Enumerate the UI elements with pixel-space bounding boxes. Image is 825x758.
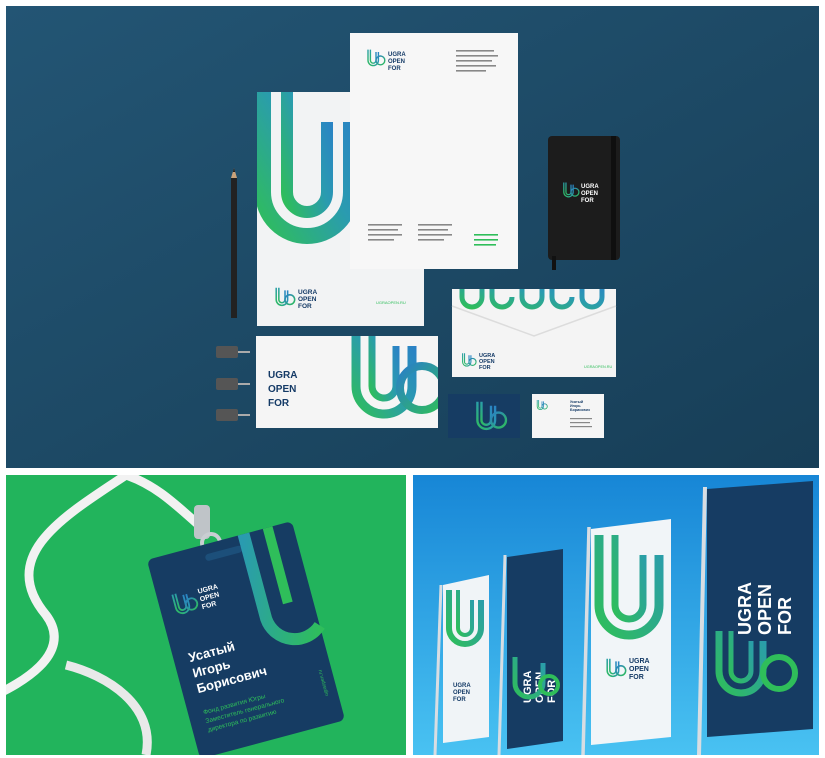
long-envelope-logo-line-1: UGRA bbox=[268, 370, 297, 381]
flag1-logo-line-1: UGRA bbox=[453, 683, 471, 689]
flag-navy-2: UGRA OPEN FOR bbox=[707, 481, 813, 737]
notebook: UGRA OPEN FOR bbox=[548, 136, 620, 270]
badge-mockup-panel: UGRA OPEN FOR Усатый Игорь Борисович Фон… bbox=[6, 475, 406, 755]
letterhead-logo-line-2: OPEN bbox=[388, 59, 405, 65]
flags-scene: UGRA OPEN FOR UGRA OPEN FOR UGRA OPEN FO… bbox=[413, 475, 819, 755]
notebook-logo-line-3: FOR bbox=[581, 198, 594, 204]
folder-logo-line-3: FOR bbox=[298, 303, 312, 310]
flag1-logo-line-2: OPEN bbox=[453, 690, 470, 696]
flag4-logo-line-3: FOR bbox=[775, 597, 795, 635]
flag-navy-1: UGRA OPEN FOR bbox=[507, 549, 563, 749]
business-card-front: Усатый Игорь Борисович bbox=[532, 394, 604, 438]
badge-scene: UGRA OPEN FOR Усатый Игорь Борисович Фон… bbox=[6, 475, 406, 755]
letterhead-logo-line-3: FOR bbox=[388, 66, 401, 72]
business-card-back bbox=[448, 394, 520, 438]
long-envelope-logo-line-3: FOR bbox=[268, 398, 290, 409]
pencil-icon bbox=[231, 168, 237, 318]
notebook-logo-line-1: UGRA bbox=[581, 184, 599, 190]
flag3-logo-line-2: OPEN bbox=[629, 666, 649, 673]
flag3-logo-line-1: UGRA bbox=[629, 658, 650, 665]
card-name-line-3: Борисович bbox=[570, 408, 590, 412]
notebook-logo-line-2: OPEN bbox=[581, 191, 598, 197]
stationery-mockup-panel: UGRA OPEN FOR UGRAOPEN.RU UGRA OPEN FOR bbox=[6, 6, 819, 468]
flag4-logo-line-2: OPEN bbox=[755, 584, 775, 635]
folder-logo-line-1: UGRA bbox=[298, 289, 317, 296]
letterhead: UGRA OPEN FOR bbox=[350, 33, 518, 269]
flag3-logo-line-3: FOR bbox=[629, 674, 644, 681]
stationery-scene: UGRA OPEN FOR UGRAOPEN.RU UGRA OPEN FOR bbox=[6, 6, 819, 468]
folder-website: UGRAOPEN.RU bbox=[376, 300, 406, 305]
letterhead-logo-line-1: UGRA bbox=[388, 52, 406, 58]
flag-white-1: UGRA OPEN FOR bbox=[443, 575, 489, 743]
flag4-logo-line-1: UGRA bbox=[735, 582, 755, 635]
flag1-logo-line-3: FOR bbox=[453, 697, 466, 703]
long-envelope: UGRA OPEN FOR bbox=[256, 336, 438, 428]
long-envelope-logo-line-2: OPEN bbox=[268, 384, 296, 395]
envelope-website: UGRAOPEN.RU bbox=[584, 365, 613, 369]
folder-logo-line-2: OPEN bbox=[298, 296, 317, 303]
envelope-logo-line-3: FOR bbox=[479, 365, 491, 371]
envelope: UGRA OPEN FOR UGRAOPEN.RU bbox=[451, 289, 617, 377]
flags-mockup-panel: UGRA OPEN FOR UGRA OPEN FOR UGRA OPEN FO… bbox=[413, 475, 819, 755]
flag-white-2: UGRA OPEN FOR bbox=[591, 519, 671, 745]
